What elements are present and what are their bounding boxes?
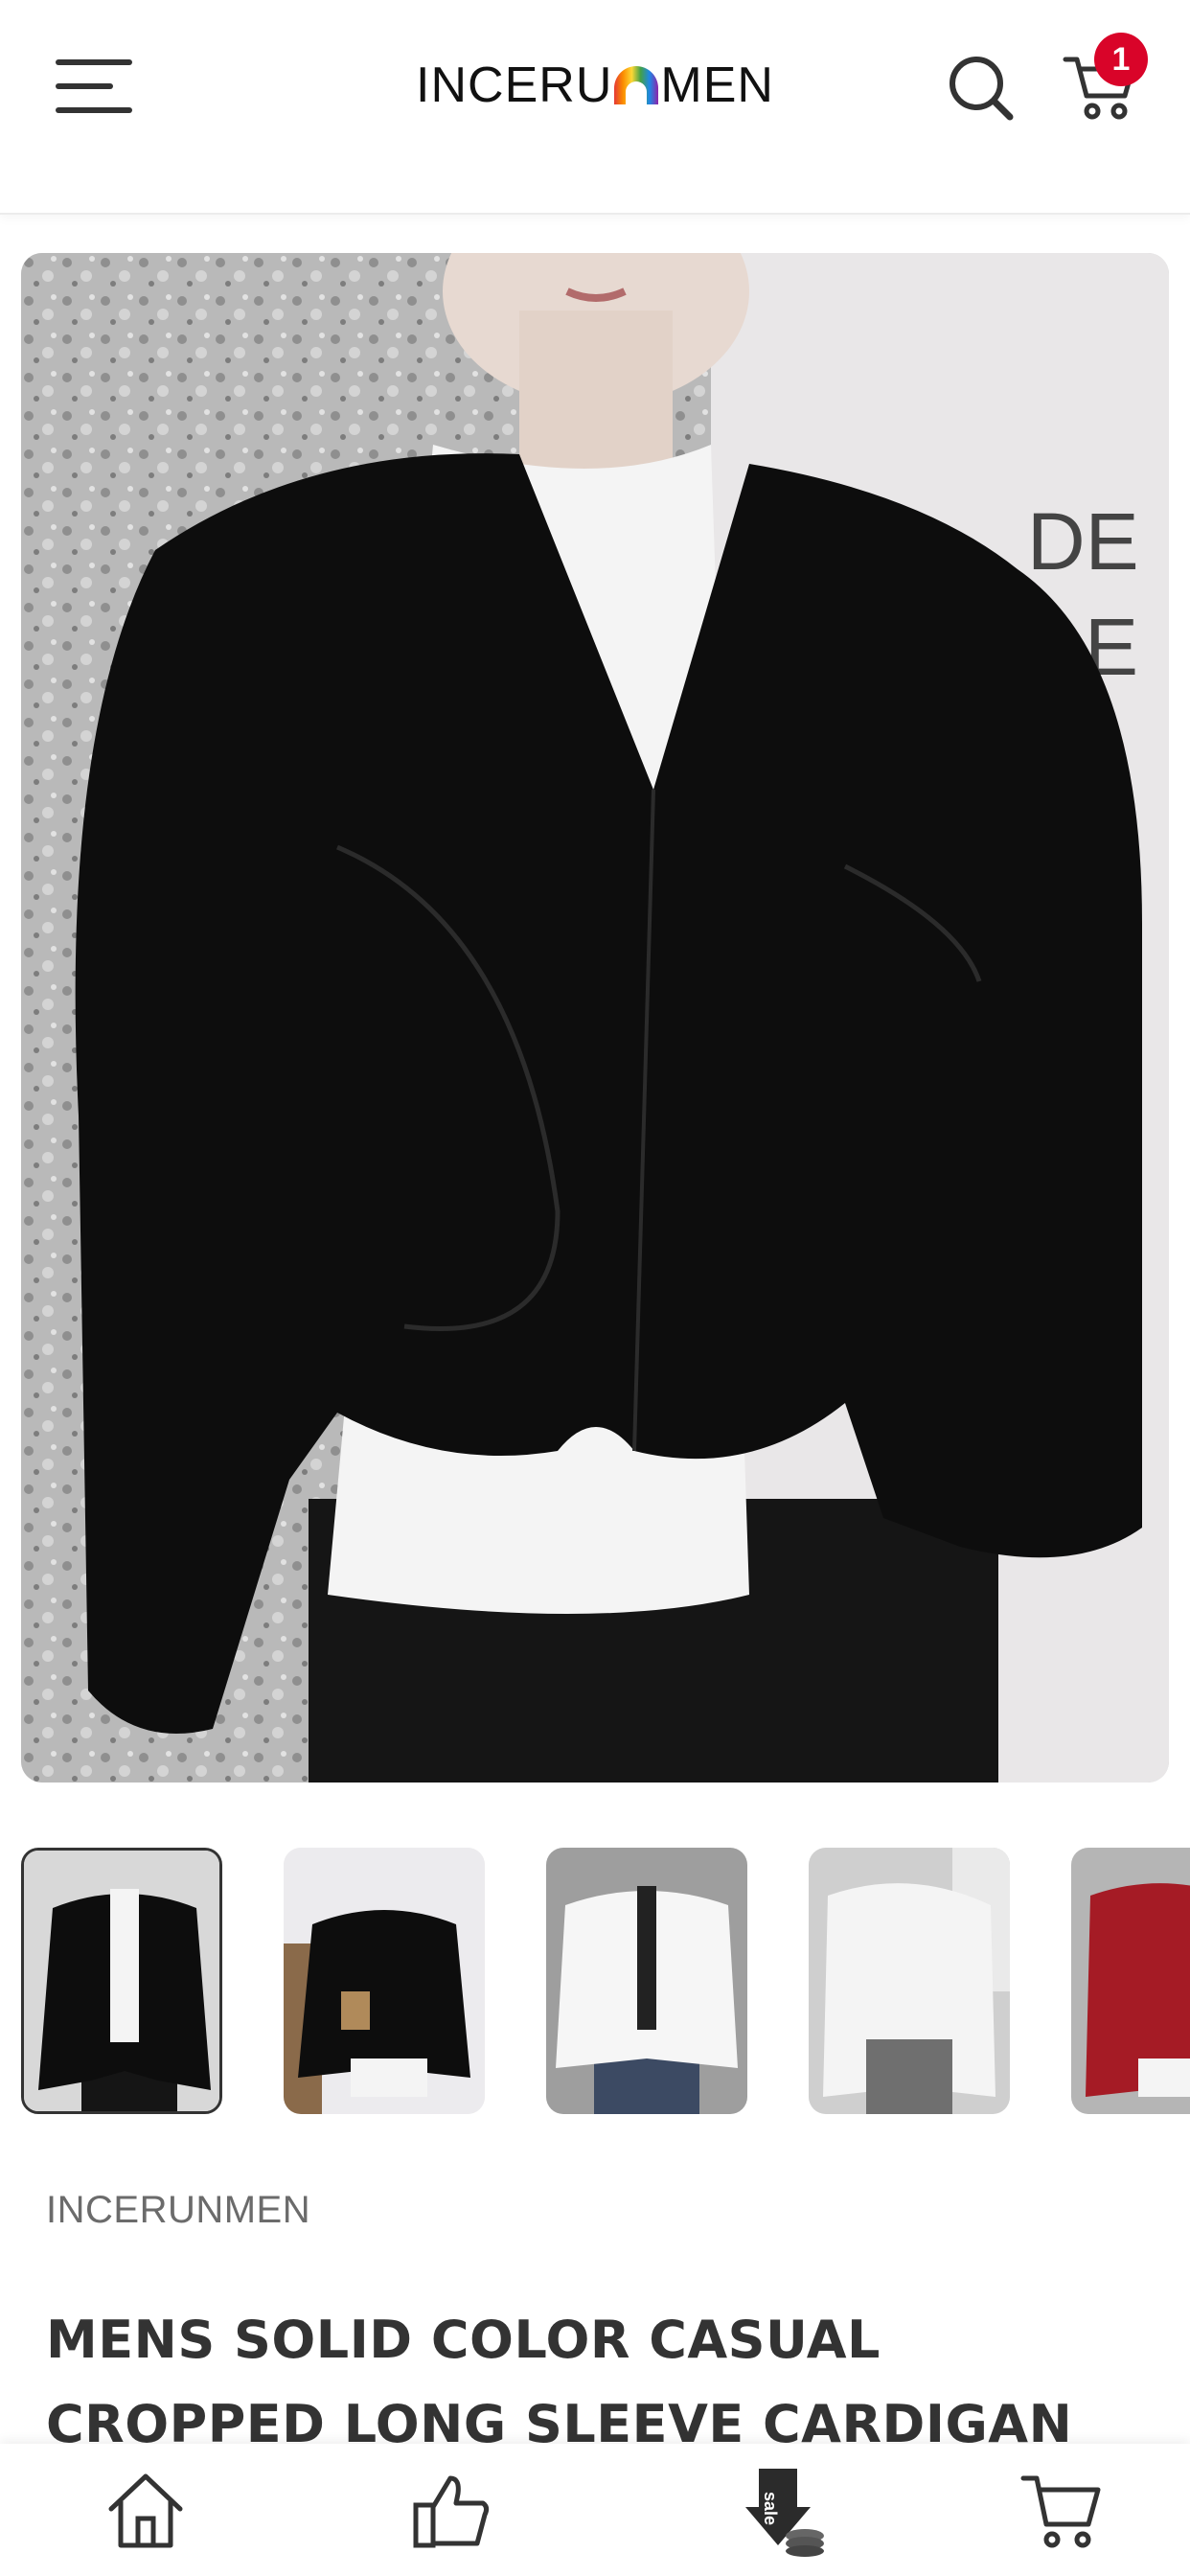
thumbs-up-icon <box>413 2475 490 2548</box>
product-brand[interactable]: INCERUNMEN <box>46 2189 310 2232</box>
cart-icon <box>1020 2475 1101 2548</box>
bottom-navigation: sale <box>0 2444 1190 2576</box>
brand-logo[interactable]: INCERU MEN <box>397 56 793 115</box>
home-icon <box>108 2473 183 2548</box>
search-icon <box>950 57 1014 121</box>
thumbnail-3[interactable] <box>546 1848 747 2114</box>
logo-text-right: MEN <box>660 58 774 113</box>
nav-cart[interactable] <box>1004 2465 1119 2557</box>
sale-icon: sale <box>745 2469 824 2557</box>
menu-button[interactable] <box>56 56 136 119</box>
thumbnail-2[interactable] <box>284 1848 485 2114</box>
nav-home[interactable] <box>88 2465 203 2557</box>
svg-text:DE: DE <box>1027 496 1139 586</box>
logo-rainbow-icon <box>614 66 659 104</box>
top-header: INCERU MEN 1 <box>0 0 1190 215</box>
cart-count-badge: 1 <box>1094 33 1148 86</box>
thumbnail-strip[interactable] <box>21 1848 1190 2116</box>
thumbnail-4[interactable] <box>809 1848 1010 2114</box>
product-photo: DE E <box>21 253 1169 1782</box>
logo-text-left: INCERU <box>416 58 613 113</box>
sale-icon-label: sale <box>761 2492 780 2525</box>
thumbnail-1[interactable] <box>21 1848 222 2114</box>
nav-sale[interactable]: sale <box>726 2465 841 2557</box>
hamburger-icon <box>56 59 132 65</box>
thumbnail-5[interactable] <box>1071 1848 1190 2114</box>
product-main-image[interactable]: DE E <box>21 253 1169 1782</box>
search-button[interactable] <box>947 54 1016 123</box>
nav-recommend[interactable] <box>393 2465 508 2557</box>
